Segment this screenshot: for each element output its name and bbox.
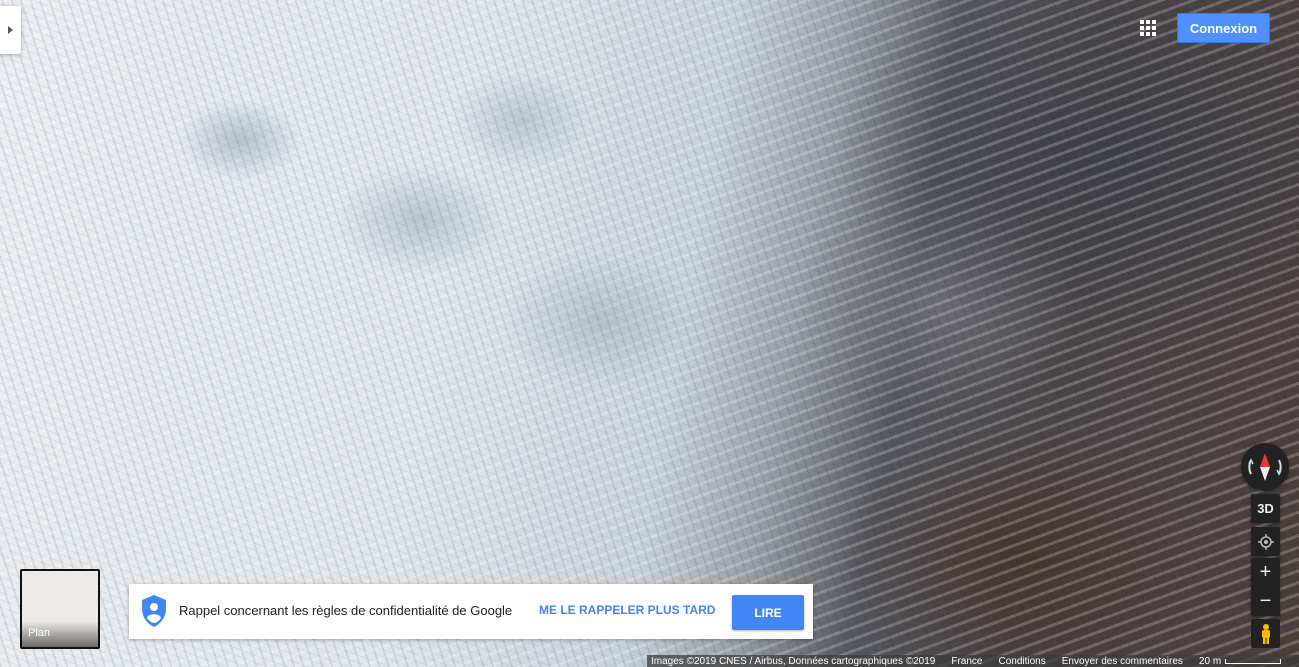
map-type-label: Plan (28, 627, 51, 639)
privacy-message: Rappel concernant les règles de confiden… (179, 603, 513, 618)
satellite-map[interactable] (0, 0, 1299, 667)
side-panel-toggle[interactable] (0, 6, 21, 54)
my-location-button[interactable] (1251, 527, 1280, 556)
map-footer: Images ©2019 CNES / Airbus, Données cart… (647, 655, 1299, 667)
privacy-reminder-banner: Rappel concernant les règles de confiden… (129, 584, 813, 639)
remind-later-button[interactable]: ME LE RAPPELER PLUS TARD (539, 603, 715, 617)
my-location-icon (1257, 533, 1274, 550)
map-shading (0, 0, 1299, 667)
feedback-link[interactable]: Envoyer des commentaires (1062, 656, 1183, 667)
map-type-switcher[interactable]: Plan (20, 569, 100, 649)
scale-label: 20 m (1198, 655, 1222, 667)
zoom-in-button[interactable]: + (1251, 558, 1280, 587)
imagery-attribution: Images ©2019 CNES / Airbus, Données cart… (651, 655, 936, 667)
scale-bar (1225, 658, 1282, 664)
scale-control[interactable]: 20 m (1198, 655, 1282, 667)
signin-button[interactable]: Connexion (1177, 13, 1270, 43)
street-view-pegman[interactable] (1251, 619, 1280, 648)
apps-grid-button[interactable] (1134, 14, 1162, 42)
pegman-icon (1261, 623, 1270, 644)
compass-icon (1248, 453, 1282, 481)
shield-user-icon (142, 595, 166, 627)
expand-arrow-icon (8, 26, 13, 34)
zoom-out-button[interactable]: − (1251, 587, 1280, 616)
read-button[interactable]: LIRE (732, 595, 804, 630)
country-link[interactable]: France (951, 656, 982, 667)
apps-grid-icon (1140, 20, 1156, 36)
compass-control[interactable] (1241, 443, 1289, 491)
terms-link[interactable]: Conditions (998, 656, 1045, 667)
tilt-3d-button[interactable]: 3D (1251, 494, 1280, 523)
